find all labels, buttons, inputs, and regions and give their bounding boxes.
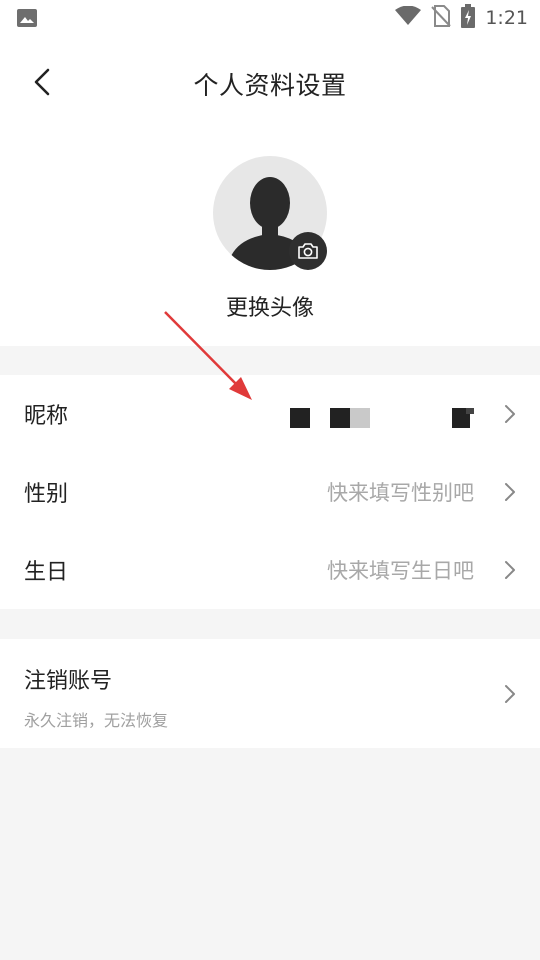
delete-account-label: 注销账号 xyxy=(24,669,113,694)
chevron-right-icon xyxy=(505,483,515,501)
camera-button[interactable] xyxy=(289,232,327,270)
profile-list: 昵称 性别 快来填写性别吧 生日 快来填写生日吧 xyxy=(0,375,540,609)
birthday-label: 生日 xyxy=(24,560,69,585)
battery-charging-icon xyxy=(461,4,476,32)
delete-account-row[interactable]: 注销账号 永久注销，无法恢复 xyxy=(0,639,540,748)
no-sim-icon xyxy=(431,5,452,31)
wifi-icon xyxy=(395,5,422,30)
status-time: 1:21 xyxy=(485,7,528,29)
nickname-value-redacted xyxy=(290,408,474,428)
image-icon xyxy=(16,8,38,32)
avatar-section: 更换头像 xyxy=(0,130,540,346)
gender-row[interactable]: 性别 快来填写性别吧 xyxy=(0,453,540,531)
camera-icon xyxy=(298,243,318,259)
change-avatar-label[interactable]: 更换头像 xyxy=(0,290,540,322)
chevron-right-icon xyxy=(505,405,515,423)
chevron-right-icon xyxy=(505,684,515,703)
account-section: 注销账号 永久注销，无法恢复 xyxy=(0,639,540,748)
gender-label: 性别 xyxy=(24,482,69,507)
header: 个人资料设置 xyxy=(0,36,540,130)
birthday-row[interactable]: 生日 快来填写生日吧 xyxy=(0,531,540,609)
chevron-right-icon xyxy=(505,561,515,579)
birthday-value: 快来填写生日吧 xyxy=(327,559,474,583)
gender-value: 快来填写性别吧 xyxy=(327,481,474,505)
nickname-row[interactable]: 昵称 xyxy=(0,375,540,453)
status-bar: 1:21 xyxy=(0,0,540,36)
nickname-label: 昵称 xyxy=(24,404,69,429)
page-title: 个人资料设置 xyxy=(193,71,347,100)
delete-account-subtitle: 永久注销，无法恢复 xyxy=(24,711,169,730)
